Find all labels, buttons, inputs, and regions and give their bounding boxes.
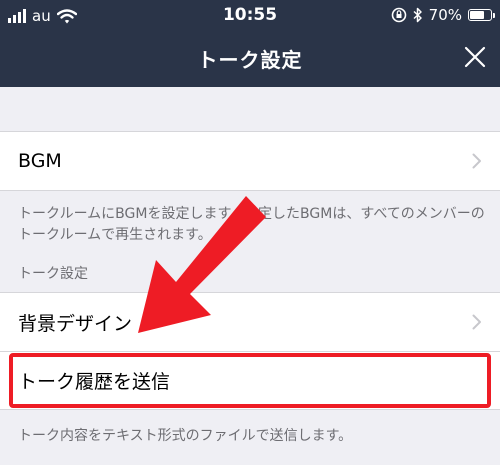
close-button[interactable] xyxy=(460,42,490,72)
highlight-box xyxy=(9,353,491,408)
status-bar-right: 70% xyxy=(391,5,495,25)
chevron-right-icon xyxy=(472,314,481,330)
background-design-row[interactable]: 背景デザイン xyxy=(0,292,500,352)
page-title: トーク設定 xyxy=(197,48,303,72)
rotation-lock-icon xyxy=(391,7,406,23)
chevron-right-icon xyxy=(472,153,481,169)
background-design-label: 背景デザイン xyxy=(18,312,133,335)
section-header-talk-settings: トーク設定 xyxy=(18,266,88,282)
battery-icon xyxy=(468,9,495,21)
bgm-label: BGM xyxy=(18,150,62,172)
navigation-bar: au 10:55 70% トーク設定 xyxy=(0,0,500,87)
battery-level-fill xyxy=(470,11,484,19)
bluetooth-icon xyxy=(413,7,422,23)
export-description: トーク内容をテキスト形式のファイルで送信します。 xyxy=(18,428,353,444)
bgm-description: トークルームにBGMを設定します。設定したBGMは、すべてのメンバーのトークルー… xyxy=(18,206,485,243)
close-icon xyxy=(464,46,486,68)
bgm-row[interactable]: BGM xyxy=(0,131,500,191)
battery-percent: 70% xyxy=(428,6,462,24)
